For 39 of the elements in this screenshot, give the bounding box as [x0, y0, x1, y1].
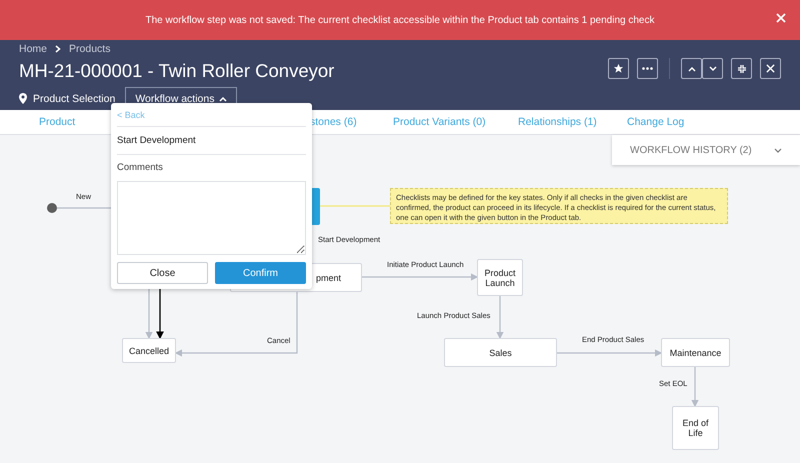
comments-label: Comments — [117, 162, 164, 173]
collapse-icon — [736, 64, 746, 74]
transition-arrow — [496, 296, 504, 340]
chevron-down-icon — [708, 66, 716, 72]
state-node[interactable]: End of Life — [672, 406, 719, 450]
item-title: MH-21-000001 - Twin Roller Conveyor — [19, 60, 334, 83]
state-node[interactable]: Maintenance — [661, 338, 730, 367]
state-node[interactable]: Product Launch — [477, 259, 523, 296]
collapse-button[interactable] — [731, 58, 752, 79]
more-icon — [642, 67, 653, 70]
leader-line — [320, 205, 390, 207]
close-button[interactable] — [760, 58, 781, 79]
action-title: Start Development — [117, 127, 306, 155]
transition-arrow — [145, 289, 153, 340]
close-icon — [766, 64, 775, 73]
workflow-history-panel[interactable]: WORKFLOW HISTORY (2) — [612, 135, 800, 165]
start-dot — [47, 203, 57, 213]
comments-field[interactable] — [117, 181, 306, 255]
location-pin-icon — [19, 93, 27, 104]
chevron-up-icon — [688, 66, 696, 72]
error-message: The workflow step was not saved: The current checklist accessible within the Product tab contains 1 pending check — [146, 14, 654, 26]
transition-arrow — [691, 367, 699, 408]
previous-button[interactable] — [681, 58, 702, 79]
breadcrumb-link[interactable]: Home — [19, 42, 48, 55]
star-icon — [613, 63, 624, 74]
next-button[interactable] — [702, 58, 723, 79]
chevron-right-icon — [55, 44, 62, 53]
star-button[interactable] — [608, 58, 629, 79]
close-icon[interactable] — [776, 13, 786, 23]
state-node[interactable]: Cancelled — [122, 338, 176, 363]
workflow-history-label: WORKFLOW HISTORY (2) — [630, 144, 752, 156]
state-node[interactable]: Sales — [444, 338, 557, 367]
status-label: Product Selection — [33, 92, 116, 104]
close-button[interactable]: Close — [117, 262, 208, 284]
confirm-button[interactable]: Confirm — [215, 262, 306, 284]
more-button[interactable] — [637, 58, 658, 79]
transition-arrow — [156, 289, 164, 340]
breadcrumb-link[interactable]: Products — [69, 42, 110, 55]
chevron-down-icon — [774, 148, 782, 152]
